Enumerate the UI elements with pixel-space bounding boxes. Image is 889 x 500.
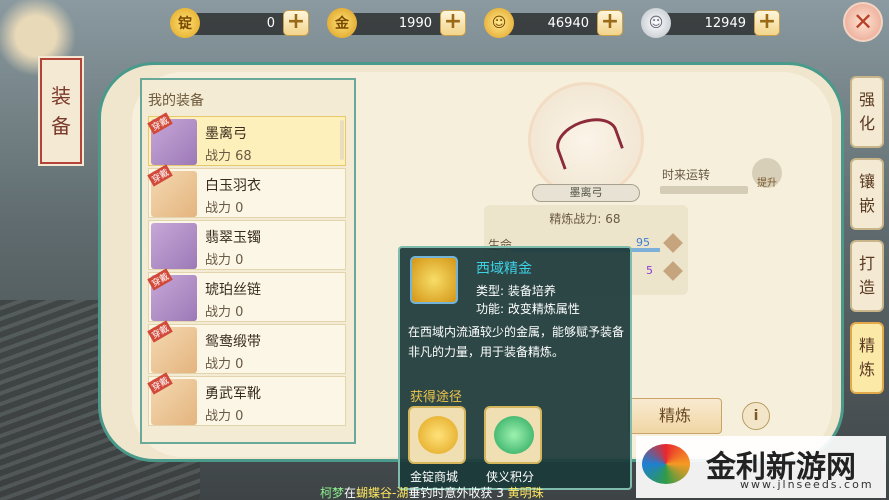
refine-button[interactable]: 精炼 — [628, 398, 722, 434]
banner-char: 装 — [51, 84, 71, 108]
item-power: 战力 0 — [205, 409, 244, 424]
equipment-item[interactable]: 穿戴 墨离弓 战力 68 — [147, 112, 346, 166]
ticker-item: 黄明珠 — [507, 486, 544, 500]
gold-ingot-icon: 锭 — [170, 8, 200, 38]
silver-coin-icon: ☺ — [641, 8, 671, 38]
equipment-banner: 装 备 — [40, 58, 82, 164]
tab-char: 镶 — [858, 172, 875, 191]
list-scrollbar[interactable] — [340, 120, 344, 160]
equipment-item[interactable]: 穿戴 白玉羽衣 战力 0 — [147, 164, 346, 218]
tab-char: 强 — [858, 90, 875, 109]
tab-forge[interactable]: 打 造 — [850, 240, 884, 312]
currency-gold: 金 1990 + — [327, 8, 466, 38]
luck-bar — [660, 186, 748, 194]
watermark-url: www.jlnseeds.com — [740, 478, 874, 491]
gold-ore-icon — [410, 256, 458, 304]
tab-char: 打 — [858, 254, 875, 273]
currency-coin: ☺ 46940 + — [484, 8, 623, 38]
item-name: 墨离弓 — [205, 126, 247, 142]
item-name: 白玉羽衣 — [205, 178, 261, 194]
banner-char: 备 — [51, 114, 71, 138]
bracelet-icon — [151, 223, 197, 269]
gold-coin-stack-icon: 金 — [327, 8, 357, 38]
currency-value: 1990 — [398, 15, 432, 31]
selected-item-name: 墨离弓 — [532, 184, 640, 202]
equipment-item[interactable]: 翡翠玉镯 战力 0 — [148, 220, 346, 270]
item-power: 战力 68 — [205, 149, 252, 164]
tab-inlay[interactable]: 镶 嵌 — [850, 158, 884, 230]
gold-coin-icon: ☺ — [484, 8, 514, 38]
source-chivalry-points[interactable] — [484, 406, 542, 464]
source-label: 金锭商城 — [410, 470, 459, 484]
tooltip-type: 类型: 装备培养 — [476, 284, 556, 298]
item-power: 战力 0 — [205, 357, 244, 372]
gold-ingot-icon — [418, 416, 458, 454]
source-label: 侠义积分 — [486, 470, 535, 484]
tab-char: 炼 — [858, 360, 875, 379]
ticker-name: 柯梦 — [320, 486, 345, 500]
close-button[interactable]: ✕ — [843, 2, 883, 42]
item-name: 勇武军靴 — [205, 386, 261, 402]
item-name: 翡翠玉镯 — [205, 230, 261, 246]
info-button[interactable]: i — [742, 402, 770, 430]
currency-bar: 锭 0 + 金 1990 + ☺ 46940 + ☺ 12949 + — [170, 8, 780, 42]
item-power: 战力 0 — [205, 305, 244, 320]
item-power: 战力 0 — [205, 201, 244, 216]
item-name: 琥珀丝链 — [205, 282, 261, 298]
tooltip-title: 西域精金 — [476, 261, 532, 277]
tab-char: 嵌 — [858, 196, 875, 215]
add-coin-button[interactable]: + — [597, 10, 623, 36]
tooltip-function: 功能: 改变精炼属性 — [476, 302, 580, 316]
currency-value: 46940 — [547, 15, 589, 31]
stat-value: 5 — [646, 264, 653, 277]
watermark: 金利新游网 www.jlnseeds.com — [636, 436, 886, 498]
tab-char: 精 — [858, 336, 875, 355]
luck-upgrade-button[interactable]: 提升 — [752, 158, 782, 189]
watermark-logo-icon — [642, 444, 690, 484]
currency-value: 0 — [266, 15, 275, 31]
tab-enhance[interactable]: 强 化 — [850, 76, 884, 148]
add-silver-button[interactable]: + — [754, 10, 780, 36]
ticker-text: 垂钓时意外收获 3 — [408, 486, 508, 500]
equipment-item[interactable]: 穿戴 琥珀丝链 战力 0 — [147, 268, 346, 322]
ticker-prefix: 在 — [344, 486, 357, 500]
add-ingot-button[interactable]: + — [283, 10, 309, 36]
refine-power: 精炼战力: 68 — [549, 212, 621, 226]
item-power: 战力 0 — [205, 253, 244, 268]
tab-refine[interactable]: 精 炼 — [850, 322, 884, 394]
currency-silver: ☺ 12949 + — [641, 8, 780, 38]
equipment-item[interactable]: 穿戴 鸳鸯缎带 战力 0 — [147, 320, 346, 374]
broadcast-ticker: 柯梦在蝴蝶谷-湖垂钓时意外收获 3 黄明珠 — [320, 484, 544, 500]
stat-value: 95 — [636, 236, 650, 249]
source-ingot-shop[interactable] — [408, 406, 466, 464]
sources-title: 获得途径 — [410, 390, 463, 405]
jade-token-icon — [494, 416, 534, 454]
tab-char: 造 — [858, 278, 875, 297]
currency-value: 12949 — [704, 15, 746, 31]
list-title: 我的装备 — [148, 93, 204, 109]
ticker-place: 蝴蝶谷-湖 — [356, 486, 409, 500]
item-name: 鸳鸯缎带 — [205, 334, 261, 350]
add-gold-button[interactable]: + — [440, 10, 466, 36]
equipment-item[interactable]: 穿戴 勇武军靴 战力 0 — [147, 372, 346, 426]
tooltip-description: 在西域内流通较少的金属，能够赋予装备非凡的力量，用于装备精炼。 — [408, 325, 625, 359]
currency-ingot: 锭 0 + — [170, 8, 309, 38]
luck-label: 时来运转 — [662, 168, 711, 182]
tab-char: 化 — [858, 114, 875, 133]
